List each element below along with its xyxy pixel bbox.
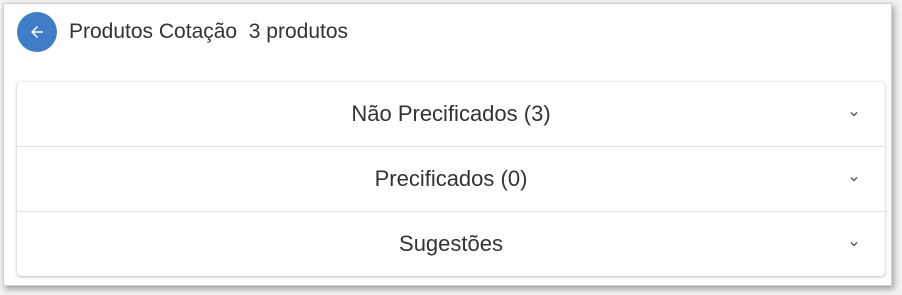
panel-label: Sugestões — [399, 231, 503, 256]
arrow-left-icon — [31, 26, 43, 38]
chevron-down-icon[interactable] — [847, 107, 861, 121]
panel-label: Precificados (0) — [374, 166, 528, 191]
chevron-down-icon[interactable] — [847, 237, 861, 251]
page-title: Produtos Cotação 3 produtos — [69, 20, 349, 43]
chevron-down-icon[interactable] — [847, 172, 861, 186]
panel-precificados[interactable]: Precificados (0) — [17, 147, 885, 212]
panel-nao-precificados[interactable]: Não Precificados (3) — [17, 82, 885, 147]
panel-sugestoes[interactable]: Sugestões — [17, 212, 885, 276]
panel-label: Não Precificados (3) — [351, 101, 551, 126]
back-button[interactable] — [17, 12, 57, 52]
accordion: Não Precificados (3) Precificados (0) Su… — [17, 82, 885, 276]
header: Produtos Cotação 3 produtos — [17, 12, 348, 52]
dialog-window: Produtos Cotação 3 produtos Não Precific… — [3, 3, 892, 286]
